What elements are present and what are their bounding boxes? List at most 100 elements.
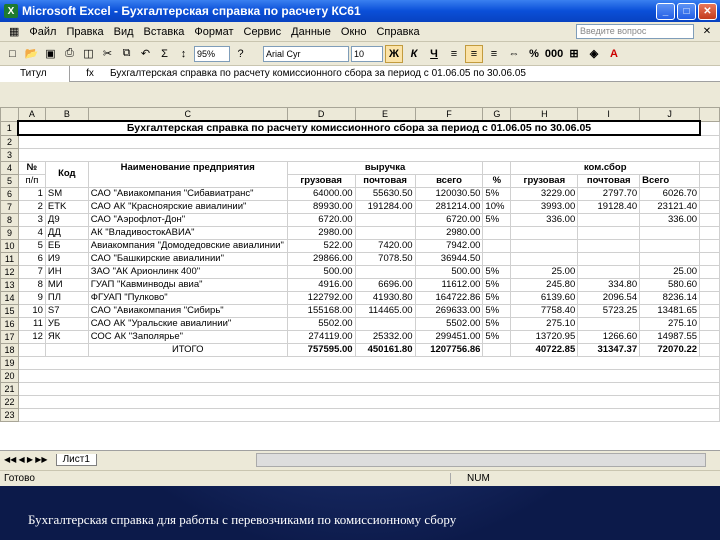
row-cargo[interactable]: 29866.00 [286, 251, 356, 266]
row-fee-cargo[interactable]: 275.10 [510, 316, 579, 331]
workbook-icon[interactable]: ▦ [4, 25, 24, 38]
row-header[interactable]: 19 [0, 355, 19, 370]
row-name[interactable]: СОС АК "Заполярье" [87, 329, 288, 344]
row-fee-post[interactable]: 19128.40 [577, 199, 641, 214]
row-number[interactable]: 10 [17, 303, 46, 318]
row-fee-cargo[interactable] [510, 238, 579, 253]
row-fee-post[interactable]: 2797.70 [577, 186, 641, 201]
row-pct[interactable]: 5% [482, 290, 512, 305]
row-fee-cargo[interactable]: 7758.40 [510, 303, 579, 318]
row-code[interactable]: МИ [44, 277, 89, 292]
row-header[interactable]: 20 [0, 368, 19, 383]
row-name[interactable]: ЗАО "АК Арионлинк 400" [87, 264, 288, 279]
row-post[interactable]: 7420.00 [354, 238, 416, 253]
row-code[interactable]: ЯК [44, 329, 89, 344]
row-post[interactable] [354, 264, 416, 279]
name-box[interactable]: Титул [0, 65, 70, 82]
header-fee[interactable]: ком.сбор [510, 160, 701, 175]
row-cargo[interactable]: 64000.00 [286, 186, 356, 201]
sheet-tab[interactable]: Лист1 [55, 453, 97, 466]
row-fee-cargo[interactable]: 245.80 [510, 277, 579, 292]
row-pct[interactable]: 5% [482, 316, 512, 331]
row-post[interactable] [354, 225, 416, 240]
row-fee-cargo[interactable]: 25.00 [510, 264, 579, 279]
total-fee-cargo[interactable]: 40722.85 [510, 342, 579, 357]
row-post[interactable]: 25332.00 [354, 329, 416, 344]
new-icon[interactable]: □ [4, 45, 21, 62]
row-total[interactable]: 7942.00 [414, 238, 484, 253]
row-header[interactable]: 3 [0, 147, 19, 162]
underline-button[interactable]: Ч [425, 45, 443, 63]
row-total[interactable]: 500.00 [414, 264, 484, 279]
copy-icon[interactable]: ⧉ [118, 45, 135, 62]
row-number[interactable]: 1 [17, 186, 46, 201]
row-header[interactable]: 4 [0, 160, 19, 175]
row-name[interactable]: САО "Авиакомпания "Сибирь" [87, 303, 288, 318]
row-number[interactable]: 4 [17, 225, 46, 240]
thousands-icon[interactable]: 000 [545, 45, 563, 63]
row-post[interactable]: 6696.00 [354, 277, 416, 292]
row-code[interactable]: УБ [44, 316, 89, 331]
menu-file[interactable]: Файл [24, 26, 61, 38]
row-total[interactable]: 5502.00 [414, 316, 484, 331]
row-fee-total[interactable]: 275.10 [639, 316, 701, 331]
maximize-button[interactable]: □ [677, 2, 696, 20]
row-pct[interactable]: 5% [482, 264, 512, 279]
total-cargo[interactable]: 757595.00 [286, 342, 356, 357]
row-code[interactable]: ИН [44, 264, 89, 279]
row-fee-total[interactable]: 25.00 [639, 264, 701, 279]
menu-window[interactable]: Окно [336, 26, 372, 38]
row-name[interactable]: АК "ВладивостокАВИА" [87, 225, 288, 240]
row-fee-post[interactable] [577, 212, 641, 227]
row-cargo[interactable]: 500.00 [286, 264, 356, 279]
print-icon[interactable]: ⎙ [61, 45, 78, 62]
row-pct[interactable]: 5% [482, 277, 512, 292]
row-code[interactable]: ETK [44, 199, 89, 214]
col-header-d[interactable]: D [286, 107, 356, 122]
align-center-icon[interactable]: ≡ [465, 44, 483, 63]
align-right-icon[interactable]: ≡ [485, 45, 503, 63]
col-header-b[interactable]: B [44, 107, 89, 122]
row-code[interactable]: S7 [44, 303, 89, 318]
row-pct[interactable]: 5% [482, 303, 512, 318]
row-fee-total[interactable]: 23121.40 [639, 199, 701, 214]
header-pct[interactable]: % [482, 173, 512, 188]
row-code[interactable]: ПЛ [44, 290, 89, 305]
row-number[interactable]: 5 [17, 238, 46, 253]
row-fee-cargo[interactable]: 336.00 [510, 212, 579, 227]
header-revenue[interactable]: выручка [286, 160, 484, 175]
row-fee-total[interactable]: 14987.55 [639, 329, 701, 344]
row-fee-post[interactable] [577, 316, 641, 331]
header-code[interactable]: Код [44, 160, 89, 188]
row-pct[interactable]: 5% [482, 329, 512, 344]
row-fee-cargo[interactable] [510, 225, 579, 240]
row-fee-cargo[interactable]: 13720.95 [510, 329, 579, 344]
col-header-h[interactable]: H [510, 107, 579, 122]
row-post[interactable] [354, 212, 416, 227]
row-pct[interactable] [482, 251, 512, 266]
col-header-a[interactable]: A [17, 107, 46, 122]
horizontal-scrollbar[interactable] [256, 452, 706, 467]
row-total[interactable]: 281214.00 [414, 199, 484, 214]
row-header[interactable]: 9 [0, 225, 19, 240]
menu-data[interactable]: Данные [286, 26, 336, 38]
row-post[interactable]: 114465.00 [354, 303, 416, 318]
row-cargo[interactable]: 2980.00 [286, 225, 356, 240]
header-name[interactable]: Наименование предприятия [87, 160, 288, 188]
fx-icon[interactable]: fx [70, 68, 110, 79]
row-total[interactable]: 164722.86 [414, 290, 484, 305]
row-total[interactable]: 120030.50 [414, 186, 484, 201]
font-select[interactable]: Arial Cyr [263, 45, 349, 62]
row-number[interactable]: 3 [17, 212, 46, 227]
merge-icon[interactable]: ⇔ [505, 45, 523, 63]
row-header[interactable]: 7 [0, 199, 19, 214]
row-code[interactable]: И9 [44, 251, 89, 266]
row-fee-post[interactable] [577, 225, 641, 240]
row-total[interactable]: 6720.00 [414, 212, 484, 227]
help-question-input[interactable]: Введите вопрос [576, 24, 694, 39]
row-fee-cargo[interactable]: 6139.60 [510, 290, 579, 305]
row-number[interactable]: 9 [17, 290, 46, 305]
menu-help[interactable]: Справка [371, 26, 424, 38]
total-fee-post[interactable]: 31347.37 [577, 342, 641, 357]
header-num[interactable]: № [17, 160, 46, 175]
